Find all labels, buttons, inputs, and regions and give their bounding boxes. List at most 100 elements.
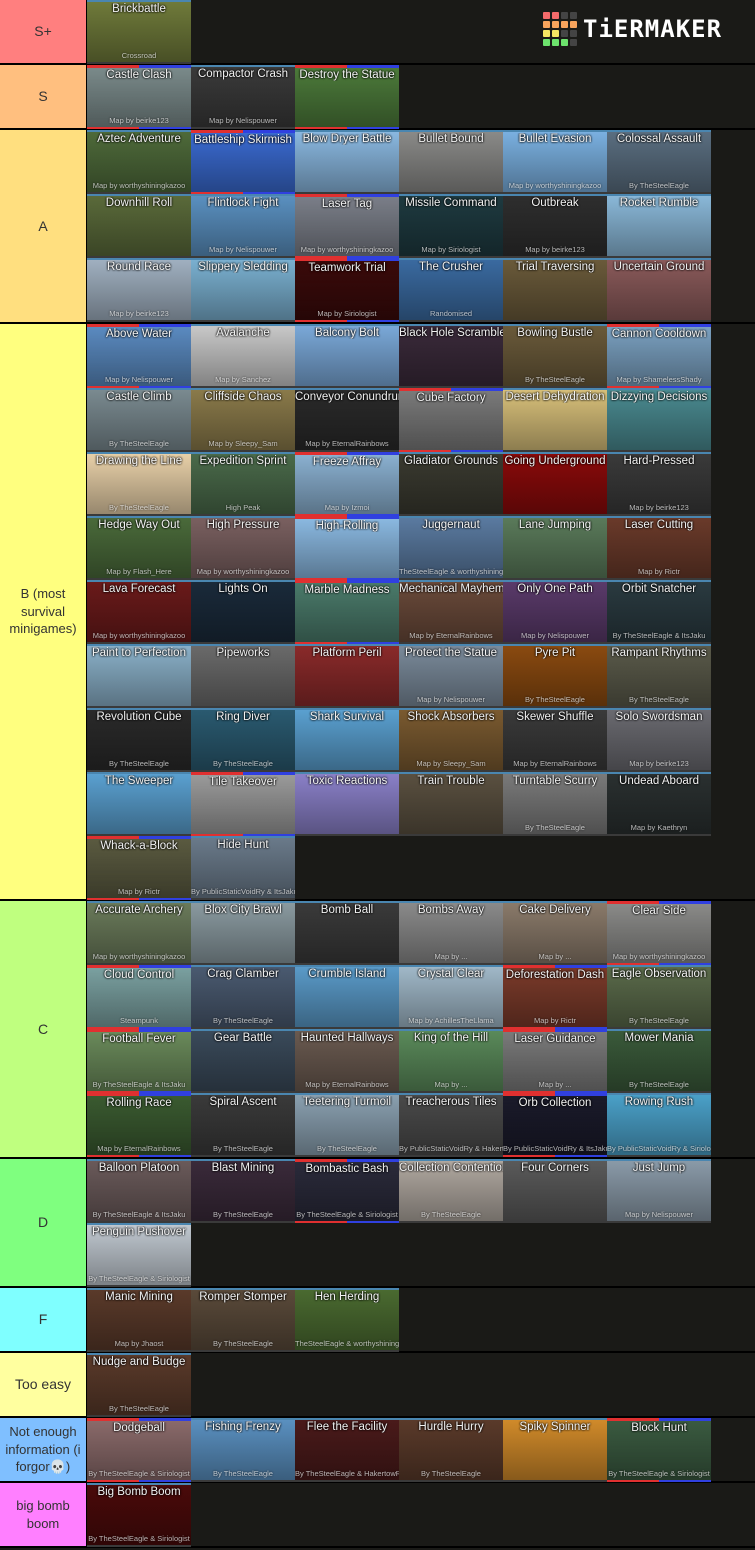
minigame-tile[interactable]: Balcony Bolt (295, 324, 399, 388)
minigame-tile[interactable]: Lava Forecast Map by worthyshiningkazoo (87, 580, 191, 644)
minigame-tile[interactable]: Juggernaut TheSteelEagle & worthyshiningk… (399, 516, 503, 580)
tier-label[interactable]: B (most survival minigames) (0, 324, 87, 899)
minigame-tile[interactable]: Revolution Cube By TheSteelEagle (87, 708, 191, 772)
minigame-tile[interactable]: Platform Peril (295, 644, 399, 708)
minigame-tile[interactable]: Treacherous Tiles By PublicStaticVoidRy &… (399, 1093, 503, 1157)
minigame-tile[interactable]: Haunted Hallways Map by EternalRainbows (295, 1029, 399, 1093)
minigame-tile[interactable]: Castle Clash Map by beirke123 (87, 65, 191, 129)
minigame-tile[interactable]: Only One Path Map by Nelispouwer (503, 580, 607, 644)
tier-label[interactable]: big bomb boom (0, 1483, 87, 1546)
minigame-tile[interactable]: Desert Dehydration (503, 388, 607, 452)
minigame-tile[interactable]: Brickbattle Crossroad (87, 0, 191, 64)
minigame-tile[interactable]: Spiral Ascent By TheSteelEagle (191, 1093, 295, 1157)
minigame-tile[interactable]: Uncertain Ground (607, 258, 711, 322)
minigame-tile[interactable]: Crag Clamber By TheSteelEagle (191, 965, 295, 1029)
minigame-tile[interactable]: Lane Jumping (503, 516, 607, 580)
minigame-tile[interactable]: Deforestation Dash Map by Rictr (503, 965, 607, 1029)
minigame-tile[interactable]: Penguin Pushover By TheSteelEagle & Sirio… (87, 1223, 191, 1287)
minigame-tile[interactable]: Ring Diver By TheSteelEagle (191, 708, 295, 772)
minigame-tile[interactable]: Laser Guidance Map by ... (503, 1029, 607, 1093)
minigame-tile[interactable]: King of the Hill Map by ... (399, 1029, 503, 1093)
minigame-tile[interactable]: Teamwork Trial Map by Siriologist (295, 258, 399, 322)
tier-label[interactable]: C (0, 901, 87, 1157)
minigame-tile[interactable]: Lights On (191, 580, 295, 644)
minigame-tile[interactable]: Hurdle Hurry By TheSteelEagle (399, 1418, 503, 1482)
minigame-tile[interactable]: Cake Delivery Map by ... (503, 901, 607, 965)
minigame-tile[interactable]: Bowling Bustle By TheSteelEagle (503, 324, 607, 388)
minigame-tile[interactable]: Rampant Rhythms By TheSteelEagle (607, 644, 711, 708)
minigame-tile[interactable]: Whack-a-Block Map by Rictr (87, 836, 191, 900)
minigame-tile[interactable]: Balloon Platoon By TheSteelEagle & ItsJak… (87, 1159, 191, 1223)
minigame-tile[interactable]: Orbit Snatcher By TheSteelEagle & ItsJaku (607, 580, 711, 644)
minigame-tile[interactable]: Expedition Sprint High Peak (191, 452, 295, 516)
minigame-tile[interactable]: Cloud Control Steampunk (87, 965, 191, 1029)
minigame-tile[interactable]: Dizzying Decisions (607, 388, 711, 452)
minigame-tile[interactable]: Mower Mania By TheSteelEagle (607, 1029, 711, 1093)
minigame-tile[interactable]: Hedge Way Out Map by Flash_Here (87, 516, 191, 580)
minigame-tile[interactable]: Bullet Bound (399, 130, 503, 194)
minigame-tile[interactable]: The Sweeper (87, 772, 191, 836)
minigame-tile[interactable]: Protect the Statue Map by Nelispouwer (399, 644, 503, 708)
minigame-tile[interactable]: Black Hole Scramble (399, 324, 503, 388)
minigame-tile[interactable]: Block Hunt By TheSteelEagle & Siriologist (607, 1418, 711, 1482)
minigame-tile[interactable]: Aztec Adventure Map by worthyshiningkazoo (87, 130, 191, 194)
minigame-tile[interactable]: Downhill Roll (87, 194, 191, 258)
minigame-tile[interactable]: Pyre Pit By TheSteelEagle (503, 644, 607, 708)
minigame-tile[interactable]: Collection Contention By TheSteelEagle (399, 1159, 503, 1223)
minigame-tile[interactable]: Undead Aboard Map by Kaethryn (607, 772, 711, 836)
minigame-tile[interactable]: Just Jump Map by Nelispouwer (607, 1159, 711, 1223)
minigame-tile[interactable]: Drawing the Line By TheSteelEagle (87, 452, 191, 516)
minigame-tile[interactable]: Fishing Frenzy By TheSteelEagle (191, 1418, 295, 1482)
minigame-tile[interactable]: Outbreak Map by beirke123 (503, 194, 607, 258)
minigame-tile[interactable]: Blast Mining By TheSteelEagle (191, 1159, 295, 1223)
minigame-tile[interactable]: Gladiator Grounds (399, 452, 503, 516)
tier-label[interactable]: Too easy (0, 1353, 87, 1416)
minigame-tile[interactable]: High Pressure Map by worthyshiningkazoo (191, 516, 295, 580)
minigame-tile[interactable]: Flee the Facility By TheSteelEagle & Hake… (295, 1418, 399, 1482)
minigame-tile[interactable]: Accurate Archery Map by worthyshiningkazo… (87, 901, 191, 965)
minigame-tile[interactable]: Shark Survival (295, 708, 399, 772)
minigame-tile[interactable]: Laser Cutting Map by Rictr (607, 516, 711, 580)
minigame-tile[interactable]: Missile Command Map by Siriologist (399, 194, 503, 258)
minigame-tile[interactable]: Hen Herding TheSteelEagle & worthyshining… (295, 1288, 399, 1352)
minigame-tile[interactable]: Toxic Reactions (295, 772, 399, 836)
minigame-tile[interactable]: Clear Side Map by worthyshiningkazoo (607, 901, 711, 965)
minigame-tile[interactable]: Going Underground (503, 452, 607, 516)
minigame-tile[interactable]: Rocket Rumble (607, 194, 711, 258)
minigame-tile[interactable]: Hard-Pressed Map by beirke123 (607, 452, 711, 516)
tier-label[interactable]: A (0, 130, 87, 322)
minigame-tile[interactable]: Teetering Turmoil By TheSteelEagle (295, 1093, 399, 1157)
tier-label[interactable]: D (0, 1159, 87, 1286)
minigame-tile[interactable]: Train Trouble (399, 772, 503, 836)
tiermaker-logo[interactable]: TiERMAKER (543, 12, 722, 46)
minigame-tile[interactable]: Football Fever By TheSteelEagle & ItsJaku (87, 1029, 191, 1093)
minigame-tile[interactable]: Blow Dryer Battle (295, 130, 399, 194)
minigame-tile[interactable]: Bombastic Bash By TheSteelEagle & Siriolo… (295, 1159, 399, 1223)
minigame-tile[interactable]: The Crusher Randomised (399, 258, 503, 322)
minigame-tile[interactable]: Blox City Brawl (191, 901, 295, 965)
tier-label[interactable]: S (0, 65, 87, 128)
minigame-tile[interactable]: Bullet Evasion Map by worthyshiningkazoo (503, 130, 607, 194)
minigame-tile[interactable]: Shock Absorbers Map by Sleepy_Sam (399, 708, 503, 772)
minigame-tile[interactable]: Trial Traversing (503, 258, 607, 322)
minigame-tile[interactable]: Tile Takeover (191, 772, 295, 836)
minigame-tile[interactable]: Laser Tag Map by worthyshiningkazoo (295, 194, 399, 258)
minigame-tile[interactable]: Big Bomb Boom By TheSteelEagle & Siriolog… (87, 1483, 191, 1547)
minigame-tile[interactable]: Above Water Map by Nelispouwer (87, 324, 191, 388)
minigame-tile[interactable]: Marble Madness (295, 580, 399, 644)
minigame-tile[interactable]: Freeze Affray Map by Izmoi (295, 452, 399, 516)
minigame-tile[interactable]: Castle Climb By TheSteelEagle (87, 388, 191, 452)
minigame-tile[interactable]: Cube Factory (399, 388, 503, 452)
minigame-tile[interactable]: Manic Mining Map by Jhaost (87, 1288, 191, 1352)
minigame-tile[interactable]: Pipeworks (191, 644, 295, 708)
minigame-tile[interactable]: Battleship Skirmish (191, 130, 295, 194)
minigame-tile[interactable]: Avalanche Map by Sanchez (191, 324, 295, 388)
minigame-tile[interactable]: Colossal Assault By TheSteelEagle (607, 130, 711, 194)
minigame-tile[interactable]: Rolling Race Map by EternalRainbows (87, 1093, 191, 1157)
minigame-tile[interactable]: Slippery Sledding (191, 258, 295, 322)
minigame-tile[interactable]: Conveyor Conundrum Map by EternalRainbows (295, 388, 399, 452)
minigame-tile[interactable]: Orb Collection By PublicStaticVoidRy & It… (503, 1093, 607, 1157)
minigame-tile[interactable]: Bomb Ball (295, 901, 399, 965)
minigame-tile[interactable]: Four Corners (503, 1159, 607, 1223)
minigame-tile[interactable]: Gear Battle (191, 1029, 295, 1093)
